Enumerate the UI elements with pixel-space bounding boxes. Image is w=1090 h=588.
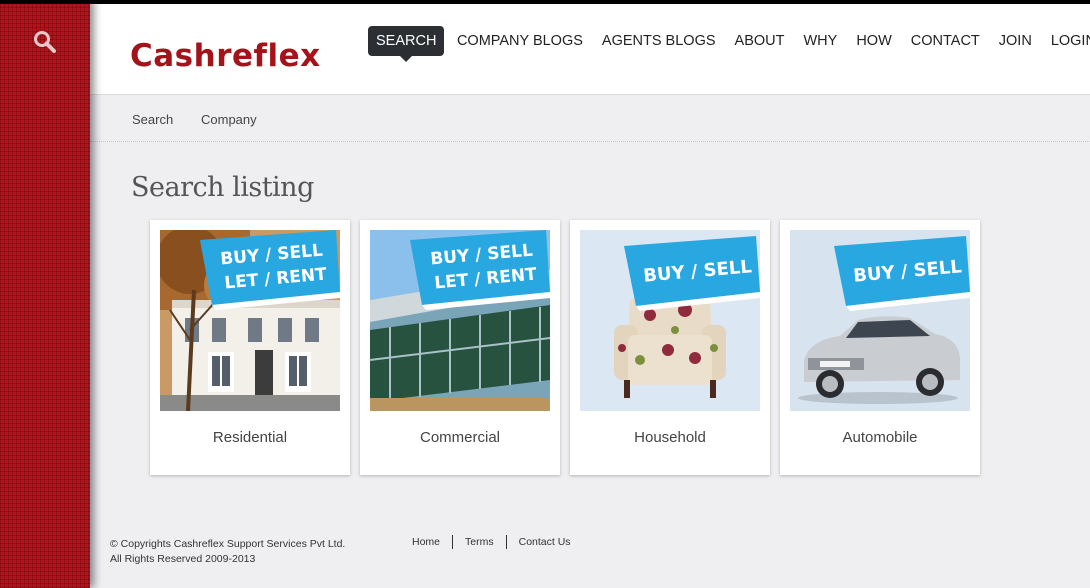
category-card-residential[interactable]: BUY / SELL LET / RENT Residential xyxy=(150,220,350,475)
nav-item-about[interactable]: ABOUT xyxy=(725,26,794,56)
logo[interactable]: Cashreflex xyxy=(130,38,321,74)
category-card-household[interactable]: BUY / SELL Household xyxy=(570,220,770,475)
nav-item-login[interactable]: LOGIN xyxy=(1041,26,1090,56)
nav-item-agents-blogs[interactable]: AGENTS BLOGS xyxy=(592,26,725,56)
category-label-commercial: Commercial xyxy=(419,429,500,446)
nav-item-why[interactable]: WHY xyxy=(794,26,847,56)
footer-link-home[interactable]: Home xyxy=(400,535,452,549)
household-image: BUY / SELL xyxy=(580,230,760,411)
category-label-automobile: Automobile xyxy=(842,429,918,446)
header: Cashreflex SEARCH COMPANY BLOGS AGENTS B… xyxy=(90,4,1090,95)
footer-link-contact-us[interactable]: Contact Us xyxy=(505,535,583,549)
commercial-image: BUY / SELL LET / RENT xyxy=(370,230,550,411)
nav-item-contact[interactable]: CONTACT xyxy=(901,26,989,56)
sidebar xyxy=(0,0,90,588)
category-card-commercial[interactable]: BUY / SELL LET / RENT Commercial xyxy=(360,220,560,475)
residential-image: BUY / SELL LET / RENT xyxy=(160,230,340,411)
category-label-household: Household xyxy=(634,429,706,446)
nav-item-company-blogs[interactable]: COMPANY BLOGS xyxy=(447,26,592,56)
category-cards: BUY / SELL LET / RENT Residential BUY / … xyxy=(150,220,990,475)
subnav-item-company[interactable]: Company xyxy=(201,112,257,127)
nav-item-join[interactable]: JOIN xyxy=(989,26,1041,56)
nav-item-search[interactable]: SEARCH xyxy=(368,26,445,62)
main-nav: SEARCH COMPANY BLOGS AGENTS BLOGS ABOUT … xyxy=(368,26,1090,62)
footer-copyright: © Copyrights Cashreflex Support Services… xyxy=(110,537,345,567)
category-label-residential: Residential xyxy=(212,429,288,446)
subnav: Search Company xyxy=(90,96,1090,142)
automobile-image: BUY / SELL xyxy=(790,230,970,411)
footer-links: Home Terms Contact Us xyxy=(400,535,583,549)
search-icon[interactable] xyxy=(30,28,60,58)
footer-link-terms[interactable]: Terms xyxy=(452,535,506,549)
category-card-automobile[interactable]: BUY / SELL Automobile xyxy=(780,220,980,475)
subnav-item-search[interactable]: Search xyxy=(132,112,173,127)
top-border xyxy=(0,0,1090,4)
copyright-line2: All Rights Reserved 2009-2013 xyxy=(110,553,256,565)
page-title: Search listing xyxy=(131,172,314,203)
copyright-line1: © Copyrights Cashreflex Support Services… xyxy=(110,538,346,550)
nav-item-how[interactable]: HOW xyxy=(847,26,901,56)
